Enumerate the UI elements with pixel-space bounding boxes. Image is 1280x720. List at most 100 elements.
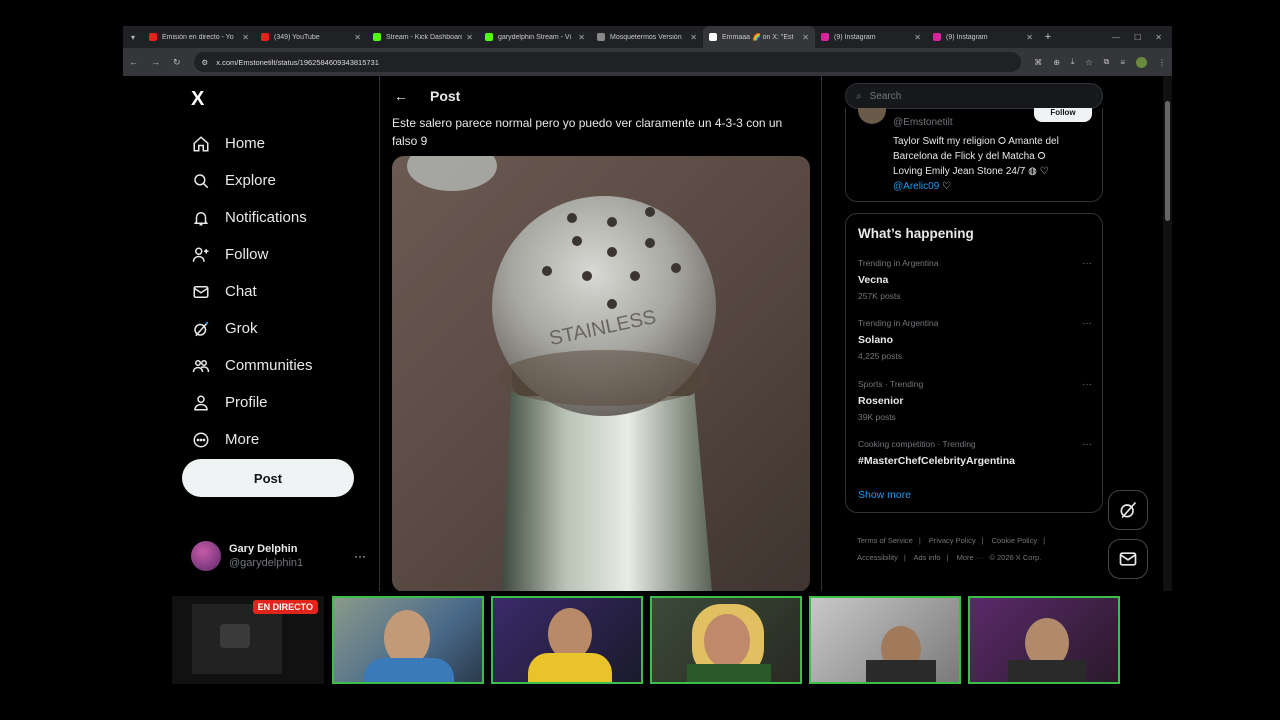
- more-dots-icon[interactable]: ···: [1082, 379, 1092, 390]
- tab-favicon-icon: [821, 33, 829, 41]
- tab-close-icon[interactable]: ✕: [914, 33, 921, 42]
- tab-close-icon[interactable]: ✕: [242, 33, 249, 42]
- terms-link[interactable]: Terms of Service: [857, 536, 913, 545]
- bookmark-star-icon[interactable]: ☆: [1085, 58, 1092, 67]
- trend-count: 257K posts: [858, 291, 901, 301]
- ads-info-link[interactable]: Ads info: [913, 553, 940, 562]
- accessibility-link[interactable]: Accessibility: [857, 553, 898, 562]
- sidebar-item-label: Follow: [225, 246, 269, 263]
- tab-close-icon[interactable]: ✕: [354, 33, 361, 42]
- more-dots-icon[interactable]: ···: [1082, 439, 1092, 450]
- tab-close-icon[interactable]: ✕: [690, 33, 697, 42]
- trends-panel: What’s happening Trending in Argentina V…: [845, 213, 1103, 513]
- sidebar-item-label: Communities: [225, 357, 313, 374]
- cookie-link[interactable]: Cookie Policy: [992, 536, 1037, 545]
- browser-tab[interactable]: Mosquetermos Versión ✕: [591, 26, 703, 48]
- sidebar-item-communities[interactable]: Communities: [191, 347, 313, 384]
- browser-tab[interactable]: (9) Instagram ✕: [815, 26, 927, 48]
- sidebar-item-profile[interactable]: Profile: [191, 384, 313, 421]
- tab-favicon-icon: [709, 33, 717, 41]
- browser-tab[interactable]: garydelphin Stream - Vi ✕: [479, 26, 591, 48]
- back-arrow-icon[interactable]: ←: [394, 88, 408, 104]
- avatar: [191, 541, 221, 571]
- browser-window: ▾ Emisión en directo - Yo ✕ (349) YouTube ✕…: [123, 26, 1172, 591]
- zoom-icon[interactable]: ⊕: [1053, 58, 1060, 67]
- sidebar-item-explore[interactable]: Explore: [191, 162, 313, 199]
- show-more-link[interactable]: Show more: [858, 489, 911, 501]
- browser-tab[interactable]: Stream - Kick Dashboard ✕: [367, 26, 479, 48]
- sidebar-item-grok[interactable]: Grok: [191, 310, 313, 347]
- people-icon: [191, 356, 211, 376]
- home-icon: [191, 134, 211, 154]
- trend-name: Solano: [858, 334, 894, 346]
- tab-title: garydelphin Stream - Vi: [498, 33, 572, 41]
- more-dots-icon[interactable]: ···: [1082, 318, 1092, 329]
- tab-title: Stream - Kick Dashboard: [386, 33, 463, 41]
- tab-title: Emmaaa 🌈 on X: "Est: [722, 34, 794, 41]
- browser-tab[interactable]: Emmaaa 🌈 on X: "Est ✕: [703, 26, 815, 48]
- post-button[interactable]: Post: [182, 459, 354, 497]
- trend-item[interactable]: Cooking competition · Trending #MasterCh…: [858, 439, 1092, 467]
- tab-close-icon[interactable]: ✕: [802, 33, 809, 42]
- post-column: ← Post Este salero parece normal pero yo…: [379, 76, 822, 591]
- trend-count: 39K posts: [858, 412, 896, 422]
- minimize-icon[interactable]: —: [1112, 33, 1120, 42]
- trend-item[interactable]: Trending in Argentina Vecna 257K posts ·…: [858, 258, 1092, 301]
- webcam-feed: [650, 596, 802, 684]
- tab-search-button[interactable]: ▾: [123, 26, 143, 48]
- sidebar-item-label: Explore: [225, 172, 276, 189]
- tab-close-icon[interactable]: ✕: [466, 33, 473, 42]
- forward-arrow-icon[interactable]: →: [151, 57, 160, 67]
- browser-tab[interactable]: (349) YouTube ✕: [255, 26, 367, 48]
- copyright-text: © 2026 X Corp.: [989, 553, 1042, 562]
- tab-close-icon[interactable]: ✕: [1026, 33, 1033, 42]
- sidebar-item-label: Chat: [225, 283, 257, 300]
- avatar[interactable]: [858, 108, 886, 124]
- back-arrow-icon[interactable]: ←: [129, 57, 138, 67]
- scrollbar-thumb[interactable]: [1165, 101, 1170, 221]
- extensions-icon[interactable]: ⧉: [1104, 57, 1110, 67]
- new-tab-button[interactable]: +: [1039, 31, 1057, 43]
- privacy-link[interactable]: Privacy Policy: [929, 536, 976, 545]
- profile-avatar-icon[interactable]: [1136, 56, 1147, 68]
- maximize-icon[interactable]: ☐: [1134, 33, 1141, 42]
- messages-fab-icon[interactable]: [1108, 539, 1148, 579]
- sidebar-item-chat[interactable]: Chat: [191, 273, 313, 310]
- sidebar-item-notifications[interactable]: Notifications: [191, 199, 313, 236]
- x-logo[interactable]: X: [191, 88, 204, 111]
- tab-favicon-icon: [597, 33, 605, 41]
- profile-handle[interactable]: @Emstonetilt: [893, 117, 953, 128]
- mail-icon: [191, 282, 211, 302]
- page-scrollbar[interactable]: [1163, 76, 1172, 591]
- bio-line: Barcelona de Flick y del Matcha ⭘: [893, 151, 1046, 162]
- trend-item[interactable]: Sports · Trending Rosenior 39K posts ···: [858, 379, 1092, 422]
- account-menu-icon[interactable]: ···: [354, 549, 366, 563]
- url-input[interactable]: ⚙ x.com/Emstonetilt/status/1962584609343…: [193, 52, 1022, 72]
- browser-menu-icon[interactable]: ⋮: [1158, 58, 1166, 67]
- trend-item[interactable]: Trending in Argentina Solano 4,225 posts…: [858, 318, 1092, 361]
- follow-button[interactable]: Follow: [1034, 108, 1092, 122]
- install-icon[interactable]: ⤓: [1071, 57, 1075, 67]
- more-footer-link[interactable]: More ···: [957, 553, 984, 562]
- media-icon[interactable]: ≡: [1120, 58, 1125, 67]
- tab-close-icon[interactable]: ✕: [578, 33, 585, 42]
- bio-mention-link[interactable]: @Arelic09: [893, 181, 939, 192]
- sidebar-item-home[interactable]: Home: [191, 125, 313, 162]
- more-circle-icon: [191, 430, 211, 450]
- site-info-icon[interactable]: ⚙: [202, 58, 209, 67]
- close-window-icon[interactable]: ✕: [1155, 33, 1162, 42]
- grok-fab-icon[interactable]: [1108, 490, 1148, 530]
- more-dots-icon[interactable]: ···: [1082, 258, 1092, 269]
- sidebar-item-follow[interactable]: Follow: [191, 236, 313, 273]
- reload-icon[interactable]: ↻: [173, 57, 181, 68]
- account-switcher[interactable]: Gary Delphin @garydelphin1 ···: [191, 541, 366, 571]
- browser-tab[interactable]: Emisión en directo - Yo ✕: [143, 26, 255, 48]
- sidebar-item-more[interactable]: More: [191, 421, 313, 458]
- trend-name: Rosenior: [858, 395, 904, 407]
- browser-tab[interactable]: (9) Instagram ✕: [927, 26, 1039, 48]
- tab-favicon-icon: [933, 33, 941, 41]
- translate-icon[interactable]: ⌘: [1034, 58, 1042, 67]
- tweet-image[interactable]: STAINLESS: [392, 156, 810, 591]
- live-badge: EN DIRECTO: [252, 600, 318, 614]
- search-input[interactable]: ⌕ Search: [845, 83, 1103, 109]
